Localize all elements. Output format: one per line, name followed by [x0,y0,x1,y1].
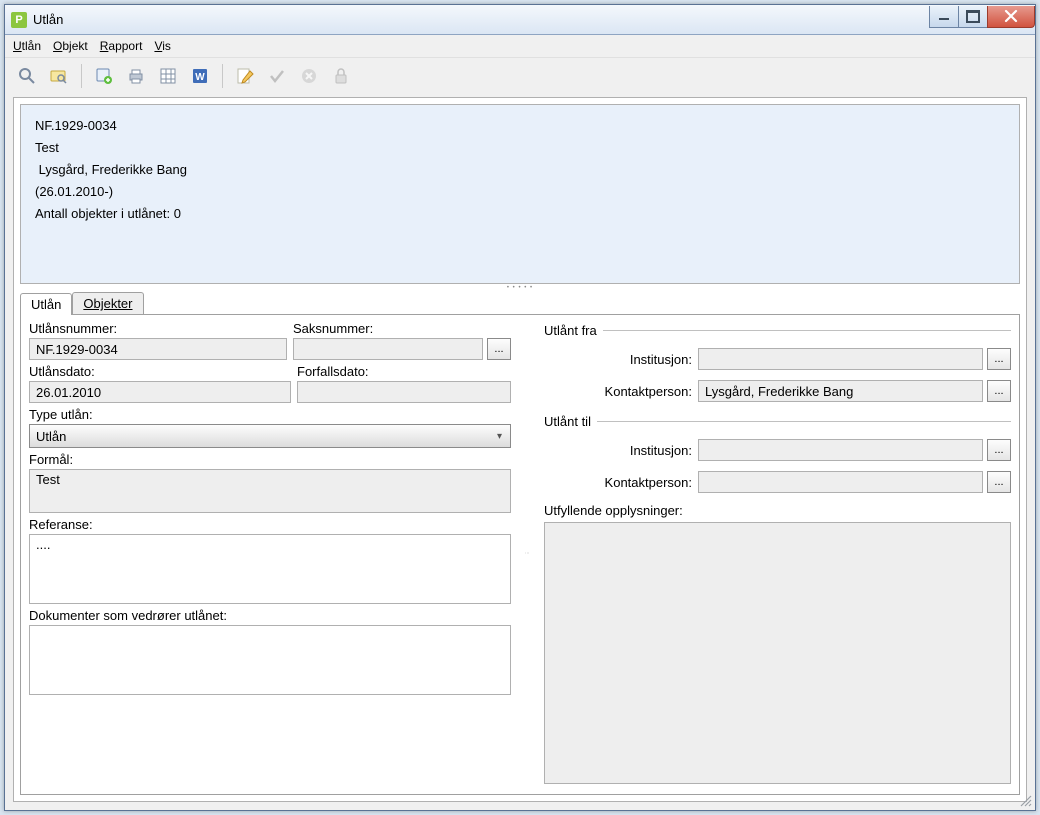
label-referanse: Referanse: [29,517,511,532]
summary-line: Antall objekter i utlånet: 0 [35,203,1005,225]
saksnummer-lookup-button[interactable]: ... [487,338,511,360]
input-fra-kontaktperson[interactable] [698,380,983,402]
label-utlant-til: Utlånt til [544,414,591,429]
resize-grip[interactable] [1019,794,1033,808]
word-icon[interactable]: W [186,62,214,90]
content-area: NF.1929-0034 Test Lysgård, Frederikke Ba… [13,97,1027,802]
left-column: Utlånsnummer: Saksnummer: ... Utlånsdato… [29,321,511,784]
input-fra-institusjon[interactable] [698,348,983,370]
minimize-button[interactable] [929,6,959,28]
input-til-kontaktperson[interactable] [698,471,983,493]
input-forfallsdato[interactable] [297,381,511,403]
fra-institusjon-lookup-button[interactable]: ... [987,348,1011,370]
toolbar-separator [222,64,223,88]
window-buttons [930,6,1035,28]
horizontal-splitter[interactable]: • • • • • [20,284,1020,292]
tab-strip: Utlån Objekter [20,292,1020,314]
menu-vis[interactable]: Vis [154,39,170,53]
group-utlant-til: Utlånt til [544,414,1011,429]
table-icon[interactable] [154,62,182,90]
tab-objekter[interactable]: Objekter [72,292,143,314]
edit-icon[interactable] [231,62,259,90]
close-button[interactable] [987,6,1035,28]
textarea-referanse[interactable] [29,534,511,604]
toolbar-separator [81,64,82,88]
right-column: Utlånt fra Institusjon: ... Kontaktperso… [544,321,1011,784]
label-utlansnummer: Utlånsnummer: [29,321,287,336]
check-icon[interactable] [263,62,291,90]
menu-utlan[interactable]: Utlån [13,39,41,53]
input-utlansnummer[interactable] [29,338,287,360]
til-kontaktperson-lookup-button[interactable]: ... [987,471,1011,493]
search-folder-icon[interactable] [45,62,73,90]
label-utlant-fra: Utlånt fra [544,323,597,338]
app-window: P Utlån Utlån Objekt Rapport Vis W [4,4,1036,811]
label-formal: Formål: [29,452,511,467]
select-type-utlan[interactable]: Utlån [29,424,511,448]
toolbar: W [5,57,1035,93]
menu-objekt[interactable]: Objekt [53,39,88,53]
new-icon[interactable] [90,62,118,90]
label-fra-institusjon: Institusjon: [544,352,694,367]
label-utlansdato: Utlånsdato: [29,364,291,379]
vertical-splitter[interactable]: ⋮ [525,321,530,784]
app-icon: P [11,12,27,28]
label-saksnummer: Saksnummer: [293,321,511,336]
label-til-kontaktperson: Kontaktperson: [544,475,694,490]
svg-text:W: W [195,72,205,83]
summary-line: (26.01.2010-) [35,181,1005,203]
label-utfyllende: Utfyllende opplysninger: [544,503,1011,518]
tab-panel-utlan: Utlånsnummer: Saksnummer: ... Utlånsdato… [20,314,1020,795]
input-til-institusjon[interactable] [698,439,983,461]
window-title: Utlån [33,12,930,27]
maximize-button[interactable] [958,6,988,28]
textarea-formal[interactable] [29,469,511,513]
summary-line: NF.1929-0034 [35,115,1005,137]
input-utlansdato[interactable] [29,381,291,403]
titlebar: P Utlån [5,5,1035,35]
label-fra-kontaktperson: Kontaktperson: [544,384,694,399]
select-type-utlan-value: Utlån [36,429,66,444]
summary-line: Lysgård, Frederikke Bang [35,159,1005,181]
input-saksnummer[interactable] [293,338,483,360]
label-til-institusjon: Institusjon: [544,443,694,458]
textarea-utfyllende[interactable] [544,522,1011,784]
textarea-dokumenter[interactable] [29,625,511,695]
menu-rapport[interactable]: Rapport [100,39,143,53]
label-type-utlan: Type utlån: [29,407,511,422]
cancel-icon[interactable] [295,62,323,90]
fra-kontaktperson-lookup-button[interactable]: ... [987,380,1011,402]
summary-panel: NF.1929-0034 Test Lysgård, Frederikke Ba… [20,104,1020,284]
group-utlant-fra: Utlånt fra [544,323,1011,338]
summary-line: Test [35,137,1005,159]
til-institusjon-lookup-button[interactable]: ... [987,439,1011,461]
lock-icon[interactable] [327,62,355,90]
menubar: Utlån Objekt Rapport Vis [5,35,1035,57]
tab-objekter-label: Objekter [83,296,132,311]
label-forfallsdato: Forfallsdato: [297,364,511,379]
search-icon[interactable] [13,62,41,90]
print-icon[interactable] [122,62,150,90]
label-dokumenter: Dokumenter som vedrører utlånet: [29,608,511,623]
tab-utlan[interactable]: Utlån [20,293,72,315]
summary-text[interactable]: NF.1929-0034 Test Lysgård, Frederikke Ba… [20,104,1020,284]
